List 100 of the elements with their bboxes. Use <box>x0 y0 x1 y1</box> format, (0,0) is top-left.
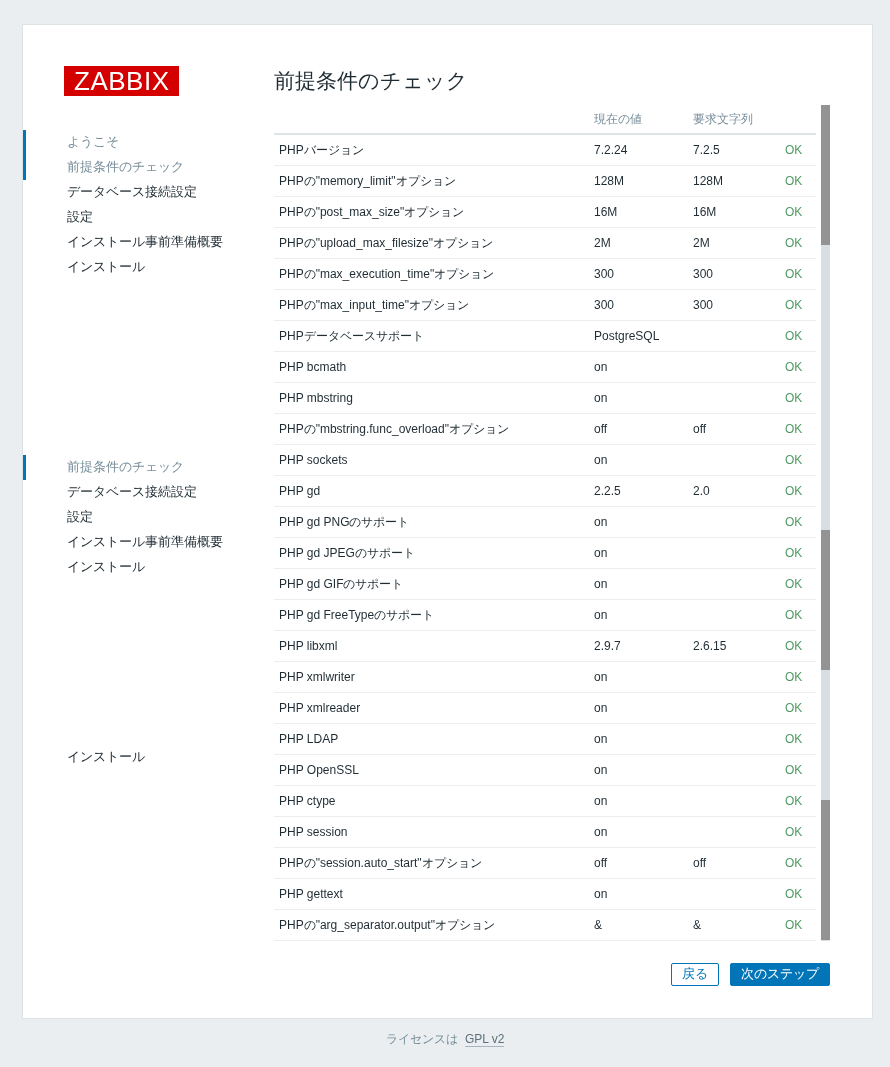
check-result: OK <box>785 577 803 591</box>
table-cell: PHP gd PNGのサポート <box>279 514 410 529</box>
check-result: OK <box>785 329 803 343</box>
table-cell: on <box>594 453 608 467</box>
step-item: 前提条件のチェック <box>23 155 184 180</box>
check-result: OK <box>785 825 803 839</box>
table-cell: on <box>594 701 608 715</box>
table-cell: & <box>693 918 701 932</box>
check-result: OK <box>785 794 803 808</box>
check-result: OK <box>785 143 803 157</box>
table-cell: & <box>594 918 602 932</box>
table-cell: 300 <box>594 267 615 281</box>
table-cell: 2M <box>693 236 710 250</box>
table-cell: 16M <box>693 205 717 219</box>
table-cell: on <box>594 546 608 560</box>
next-step-button[interactable]: 次のステップ <box>730 963 830 986</box>
check-result: OK <box>785 174 803 188</box>
table-cell: PHPの"post_max_size"オプション <box>279 204 465 219</box>
table-cell: on <box>594 577 608 591</box>
table-cell: PHPの"session.auto_start"オプション <box>279 855 482 870</box>
check-result: OK <box>785 701 803 715</box>
table-cell: 2.9.7 <box>594 639 621 653</box>
table-cell: PHPの"memory_limit"オプション <box>279 173 456 188</box>
table-cell: on <box>594 794 608 808</box>
table-cell: on <box>594 515 608 529</box>
back-button[interactable]: 戻る <box>671 963 719 986</box>
column-header: 要求文字列 <box>693 111 753 126</box>
table-cell: PHP ctype <box>279 794 336 808</box>
step-item: インストール <box>66 259 145 276</box>
step-item: インストール <box>66 749 145 766</box>
table-cell: PHP bcmath <box>279 360 347 374</box>
table-cell: PHPの"mbstring.func_overload"オプション <box>279 421 509 436</box>
table-cell: 300 <box>594 298 615 312</box>
scrollbar-thumb[interactable] <box>821 800 830 940</box>
check-result: OK <box>785 763 803 777</box>
column-header: 現在の値 <box>594 111 642 126</box>
table-cell: on <box>594 608 608 622</box>
table-cell: PHP gd FreeTypeのサポート <box>279 607 435 622</box>
license-text: ライセンスは <box>385 1032 458 1046</box>
table-cell: PHP sockets <box>279 453 348 467</box>
step-item: インストール事前準備概要 <box>66 234 223 251</box>
table-cell: PHPの"arg_separator.output"オプション <box>279 917 495 932</box>
table-cell: 128M <box>594 174 625 188</box>
table-cell: off <box>594 856 608 870</box>
table-cell: off <box>693 856 707 870</box>
table-cell: on <box>594 360 608 374</box>
table-cell: PHPの"upload_max_filesize"オプション <box>279 235 493 250</box>
check-result: OK <box>785 608 803 622</box>
check-result: OK <box>785 236 803 250</box>
table-cell: 128M <box>693 174 724 188</box>
table-cell: PHP LDAP <box>279 732 339 746</box>
table-cell: on <box>594 763 608 777</box>
check-result: OK <box>785 670 803 684</box>
check-result: OK <box>785 453 803 467</box>
table-cell: PHP session <box>279 825 348 839</box>
step-item: インストール <box>66 559 145 576</box>
table-cell: PHP mbstring <box>279 391 353 405</box>
scrollbar-thumb[interactable] <box>821 105 830 245</box>
step-item: 設定 <box>66 209 93 226</box>
table-cell: PHPバージョン <box>279 142 364 157</box>
check-result: OK <box>785 298 803 312</box>
table-cell: 16M <box>594 205 618 219</box>
check-result: OK <box>785 205 803 219</box>
scrollbar[interactable] <box>821 105 830 941</box>
check-result: OK <box>785 391 803 405</box>
zabbix-logo: ZABBIX <box>64 66 180 96</box>
check-result: OK <box>785 887 803 901</box>
table-cell: on <box>594 732 608 746</box>
table-cell: 2M <box>594 236 611 250</box>
table-cell: PHPの"max_execution_time"オプション <box>279 266 495 281</box>
table-cell: PostgreSQL <box>594 329 660 343</box>
check-result: OK <box>785 732 803 746</box>
check-result: OK <box>785 546 803 560</box>
step-item: ようこそ <box>23 130 119 155</box>
step-item: 前提条件のチェック <box>23 455 184 480</box>
table-cell: 300 <box>693 267 714 281</box>
step-item: データベース接続設定 <box>66 484 197 501</box>
table-cell: on <box>594 670 608 684</box>
check-result: OK <box>785 515 803 529</box>
table-cell: PHP OpenSSL <box>279 763 359 777</box>
table-cell: 2.6.15 <box>693 639 727 653</box>
scrollbar-thumb[interactable] <box>821 530 830 670</box>
table-cell: PHP gd JPEGのサポート <box>279 545 415 560</box>
table-cell: on <box>594 391 608 405</box>
step-item: データベース接続設定 <box>66 184 197 201</box>
step-item: 設定 <box>66 509 93 526</box>
table-cell: 300 <box>693 298 714 312</box>
check-result: OK <box>785 918 803 932</box>
check-result: OK <box>785 360 803 374</box>
table-cell: on <box>594 825 608 839</box>
check-result: OK <box>785 856 803 870</box>
table-cell: PHP gd <box>279 484 321 498</box>
gpl-link[interactable]: GPL v2 <box>464 1032 505 1047</box>
check-result: OK <box>785 422 803 436</box>
table-cell: off <box>693 422 707 436</box>
check-result: OK <box>785 639 803 653</box>
page-title: 前提条件のチェック <box>274 69 468 93</box>
table-cell: PHP xmlwriter <box>279 670 355 684</box>
table-cell: PHP libxml <box>279 639 338 653</box>
table-cell: 2.2.5 <box>594 484 621 498</box>
